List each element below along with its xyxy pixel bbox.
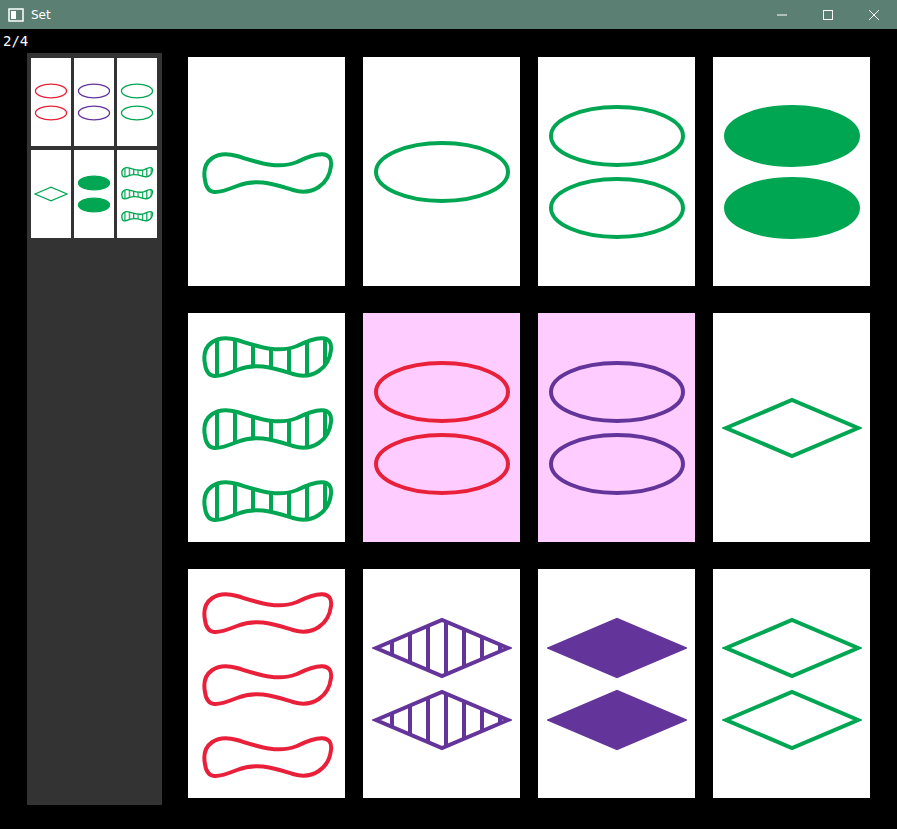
card[interactable] bbox=[538, 57, 695, 286]
game-area: 2/4 bbox=[0, 29, 897, 829]
diamond-icon bbox=[34, 185, 68, 203]
card[interactable] bbox=[713, 57, 870, 286]
card[interactable] bbox=[713, 313, 870, 542]
minimize-button[interactable] bbox=[759, 0, 805, 29]
oval-icon bbox=[77, 174, 111, 192]
squiggle-icon bbox=[197, 324, 337, 388]
set-window: Set 2/4 bbox=[0, 0, 897, 829]
oval-icon bbox=[77, 82, 111, 100]
card[interactable] bbox=[188, 569, 345, 798]
card-board bbox=[188, 57, 870, 798]
set-counter: 2/4 bbox=[0, 29, 897, 53]
maximize-button[interactable] bbox=[805, 0, 851, 29]
maximize-icon bbox=[823, 10, 833, 20]
app-icon bbox=[8, 8, 24, 22]
diamond-icon bbox=[722, 616, 862, 680]
oval-icon bbox=[547, 176, 687, 240]
close-button[interactable] bbox=[851, 0, 897, 29]
squiggle-icon bbox=[197, 468, 337, 532]
diamond-icon bbox=[372, 616, 512, 680]
squiggle-icon bbox=[197, 724, 337, 788]
squiggle-icon bbox=[197, 140, 337, 204]
close-icon bbox=[869, 10, 879, 20]
card[interactable] bbox=[713, 569, 870, 798]
mini-card bbox=[31, 58, 71, 146]
squiggle-icon bbox=[197, 652, 337, 716]
diamond-icon bbox=[547, 688, 687, 752]
oval-icon bbox=[547, 360, 687, 424]
oval-icon bbox=[120, 82, 154, 100]
window-title: Set bbox=[31, 8, 51, 22]
card[interactable] bbox=[363, 569, 520, 798]
minimize-icon bbox=[777, 10, 787, 20]
card[interactable] bbox=[538, 569, 695, 798]
mini-card bbox=[74, 58, 114, 146]
card[interactable] bbox=[188, 313, 345, 542]
mini-card bbox=[74, 150, 114, 238]
squiggle-icon bbox=[197, 580, 337, 644]
card[interactable] bbox=[538, 313, 695, 542]
card[interactable] bbox=[188, 57, 345, 286]
oval-icon bbox=[34, 82, 68, 100]
mini-card bbox=[31, 150, 71, 238]
oval-icon bbox=[372, 360, 512, 424]
squiggle-icon bbox=[197, 396, 337, 460]
oval-icon bbox=[547, 104, 687, 168]
oval-icon bbox=[372, 432, 512, 496]
found-sets-panel bbox=[27, 53, 162, 805]
oval-icon bbox=[120, 104, 154, 122]
card[interactable] bbox=[363, 313, 520, 542]
oval-icon bbox=[722, 104, 862, 168]
diamond-icon bbox=[722, 396, 862, 460]
diamond-icon bbox=[547, 616, 687, 680]
diamond-icon bbox=[722, 688, 862, 752]
card[interactable] bbox=[363, 57, 520, 286]
oval-icon bbox=[34, 104, 68, 122]
squiggle-icon bbox=[120, 207, 154, 225]
squiggle-icon bbox=[120, 185, 154, 203]
mini-card bbox=[117, 150, 157, 238]
found-set bbox=[31, 150, 158, 238]
oval-icon bbox=[77, 104, 111, 122]
oval-icon bbox=[372, 140, 512, 204]
title-bar: Set bbox=[0, 0, 897, 29]
squiggle-icon bbox=[120, 163, 154, 181]
diamond-icon bbox=[372, 688, 512, 752]
oval-icon bbox=[547, 432, 687, 496]
oval-icon bbox=[722, 176, 862, 240]
mini-card bbox=[117, 58, 157, 146]
found-set bbox=[31, 58, 158, 146]
oval-icon bbox=[77, 196, 111, 214]
